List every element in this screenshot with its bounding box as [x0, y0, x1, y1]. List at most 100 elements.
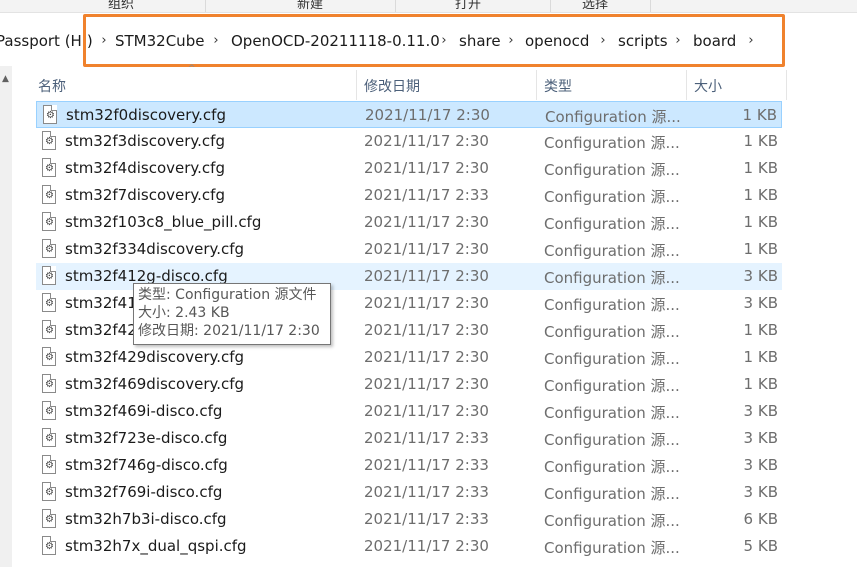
ribbon-divider — [650, 0, 651, 12]
file-name: stm32f0discovery.cfg — [66, 106, 226, 124]
file-size: 1 KB — [742, 106, 777, 124]
file-name: stm32f469i-disco.cfg — [65, 402, 223, 420]
breadcrumb-item-openocd[interactable]: openocd — [525, 32, 589, 50]
breadcrumb-item-stm32cube[interactable]: STM32Cube — [115, 32, 204, 50]
ribbon-divider — [205, 0, 206, 12]
ribbon-group-select[interactable]: 选择 — [582, 0, 608, 12]
file-row[interactable]: ⚙ stm32f103c8_blue_pill.cfg 2021/11/17 2… — [36, 209, 782, 236]
chevron-right-icon[interactable]: › — [97, 33, 111, 49]
chevron-right-icon[interactable]: › — [504, 33, 518, 49]
column-header-type[interactable]: 类型 — [544, 76, 572, 96]
file-row[interactable]: ⚙ stm32f7discovery.cfg 2021/11/17 2:33 C… — [36, 182, 782, 209]
file-type: Configuration 源... — [544, 188, 680, 206]
file-size: 3 KB — [743, 267, 778, 285]
breadcrumb: Passport (H:) › STM32Cube › OpenOCD-2021… — [0, 24, 857, 60]
chevron-right-icon[interactable]: › — [209, 33, 223, 49]
ribbon-group-labels: 组织 新建 打开 选择 — [0, 0, 857, 13]
file-date: 2021/11/17 2:30 — [364, 402, 489, 420]
file-name: stm32f429discovery.cfg — [65, 348, 245, 366]
ribbon-group-organize[interactable]: 组织 — [108, 0, 134, 12]
sort-ascending-icon: ^ — [188, 64, 196, 74]
file-name: stm32f469discovery.cfg — [65, 375, 245, 393]
file-row[interactable]: ⚙ stm32f469discovery.cfg 2021/11/17 2:30… — [36, 371, 782, 398]
file-size: 1 KB — [743, 321, 778, 339]
navigation-pane-scrollbar[interactable]: ▲ — [0, 66, 12, 567]
file-size: 3 KB — [743, 429, 778, 447]
file-name: stm32f3discovery.cfg — [65, 132, 225, 150]
file-type: Configuration 源... — [545, 108, 681, 126]
file-type: Configuration 源... — [544, 161, 680, 179]
chevron-right-icon[interactable]: › — [671, 33, 685, 49]
cfg-file-icon: ⚙ — [43, 105, 57, 124]
column-divider[interactable] — [686, 70, 687, 100]
chevron-right-icon[interactable]: › — [596, 33, 610, 49]
column-divider[interactable] — [356, 70, 357, 100]
cfg-file-icon: ⚙ — [42, 347, 56, 366]
file-size: 1 KB — [743, 132, 778, 150]
file-row[interactable]: ⚙ stm32f723e-disco.cfg 2021/11/17 2:33 C… — [36, 425, 782, 452]
file-type: Configuration 源... — [544, 458, 680, 476]
file-date: 2021/11/17 2:33 — [364, 186, 489, 204]
ribbon-group-open[interactable]: 打开 — [455, 0, 481, 12]
cfg-file-icon: ⚙ — [42, 320, 56, 339]
file-row[interactable]: ⚙ stm32f334discovery.cfg 2021/11/17 2:30… — [36, 236, 782, 263]
breadcrumb-item-drive[interactable]: Passport (H:) — [0, 32, 93, 50]
cfg-file-icon: ⚙ — [42, 212, 56, 231]
cfg-file-icon: ⚙ — [42, 266, 56, 285]
file-size: 1 KB — [743, 159, 778, 177]
cfg-file-icon: ⚙ — [42, 158, 56, 177]
file-row[interactable]: ⚙ stm32h7b3i-disco.cfg 2021/11/17 2:33 C… — [36, 506, 782, 533]
column-header-size[interactable]: 大小 — [694, 76, 722, 96]
cfg-file-icon: ⚙ — [42, 401, 56, 420]
file-type: Configuration 源... — [544, 539, 680, 557]
file-name: stm32f7discovery.cfg — [65, 186, 225, 204]
file-row[interactable]: ⚙ stm32f4discovery.cfg 2021/11/17 2:30 C… — [36, 155, 782, 182]
scroll-up-arrow-icon[interactable]: ▲ — [2, 74, 9, 84]
file-type: Configuration 源... — [544, 323, 680, 341]
file-type: Configuration 源... — [544, 215, 680, 233]
file-row[interactable]: ⚙ stm32f0discovery.cfg 2021/11/17 2:30 C… — [36, 101, 782, 128]
file-date: 2021/11/17 2:30 — [364, 159, 489, 177]
file-name: stm32f42 — [65, 321, 137, 339]
breadcrumb-item-openocd-version[interactable]: OpenOCD-20211118-0.11.0 — [231, 32, 440, 50]
ribbon-group-new[interactable]: 新建 — [297, 0, 323, 12]
file-size: 1 KB — [743, 375, 778, 393]
cfg-file-icon: ⚙ — [42, 428, 56, 447]
file-name: stm32f746g-disco.cfg — [65, 456, 228, 474]
file-size: 3 KB — [743, 483, 778, 501]
file-row[interactable]: ⚙ stm32f746g-disco.cfg 2021/11/17 2:33 C… — [36, 452, 782, 479]
ribbon-divider — [550, 0, 551, 12]
file-row[interactable]: ⚙ stm32f429discovery.cfg 2021/11/17 2:30… — [36, 344, 782, 371]
file-type: Configuration 源... — [544, 431, 680, 449]
file-name: stm32f769i-disco.cfg — [65, 483, 223, 501]
column-divider[interactable] — [536, 70, 537, 100]
file-row[interactable]: ⚙ stm32f469i-disco.cfg 2021/11/17 2:30 C… — [36, 398, 782, 425]
column-divider[interactable] — [786, 70, 787, 100]
file-date: 2021/11/17 2:33 — [364, 429, 489, 447]
file-date: 2021/11/17 2:30 — [364, 213, 489, 231]
file-type: Configuration 源... — [544, 269, 680, 287]
file-size: 1 KB — [743, 240, 778, 258]
file-date: 2021/11/17 2:30 — [364, 321, 489, 339]
file-type: Configuration 源... — [544, 512, 680, 530]
cfg-file-icon: ⚙ — [42, 455, 56, 474]
column-header-name[interactable]: 名称 — [38, 76, 66, 96]
file-name: stm32h7x_dual_qspi.cfg — [65, 537, 247, 555]
file-row[interactable]: ⚙ stm32f769i-disco.cfg 2021/11/17 2:33 C… — [36, 479, 782, 506]
tooltip-size-line: 大小: 2.43 KB — [138, 305, 230, 321]
cfg-file-icon: ⚙ — [42, 131, 56, 150]
cfg-file-icon: ⚙ — [42, 482, 56, 501]
breadcrumb-item-board[interactable]: board — [693, 32, 736, 50]
column-header-row: ^ 名称 修改日期 类型 大小 — [30, 64, 790, 100]
file-row[interactable]: ⚙ stm32f3discovery.cfg 2021/11/17 2:30 C… — [36, 128, 782, 155]
file-name: stm32h7b3i-disco.cfg — [65, 510, 227, 528]
file-date: 2021/11/17 2:33 — [364, 483, 489, 501]
file-date: 2021/11/17 2:30 — [364, 240, 489, 258]
column-header-date[interactable]: 修改日期 — [364, 76, 420, 96]
breadcrumb-item-share[interactable]: share — [459, 32, 501, 50]
breadcrumb-item-scripts[interactable]: scripts — [618, 32, 668, 50]
file-row[interactable]: ⚙ stm32h7x_dual_qspi.cfg 2021/11/17 2:30… — [36, 533, 782, 560]
chevron-right-icon[interactable]: › — [437, 33, 451, 49]
chevron-right-icon[interactable]: › — [744, 33, 758, 49]
file-size: 1 KB — [743, 213, 778, 231]
